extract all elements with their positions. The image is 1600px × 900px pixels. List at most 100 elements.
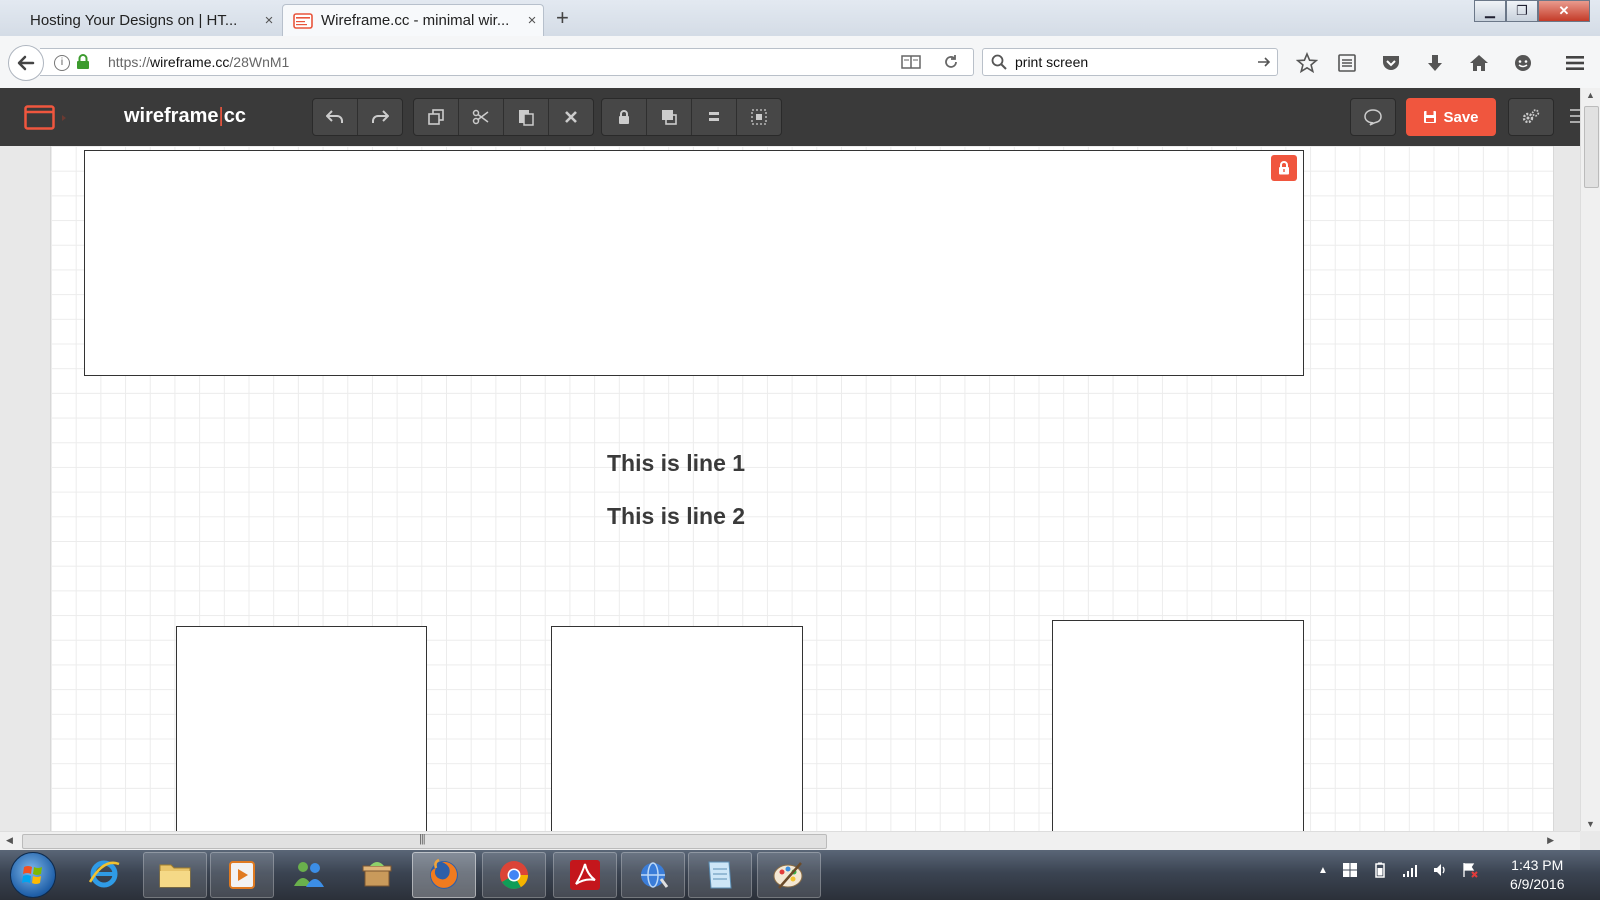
delete-icon: [565, 111, 577, 123]
reload-icon[interactable]: [943, 54, 959, 70]
wireframe-favicon-icon: [293, 12, 313, 29]
scroll-up-arrow-icon[interactable]: ▲: [1586, 90, 1595, 100]
taskbar-notepad[interactable]: [688, 852, 752, 898]
column-box-1[interactable]: [176, 626, 427, 831]
delete-button[interactable]: [549, 99, 593, 135]
home-icon[interactable]: [1468, 52, 1490, 74]
tab-hosting-your-designs[interactable]: Hosting Your Designs on | HT... ×: [8, 4, 280, 36]
system-clock[interactable]: 1:43 PM 6/9/2016: [1510, 856, 1565, 894]
horizontal-scrollbar[interactable]: ◀ ||| ▶: [0, 831, 1580, 850]
vertical-scroll-thumb[interactable]: [1584, 106, 1599, 188]
gears-icon: [1522, 109, 1540, 124]
arrange-group: [601, 98, 782, 136]
scroll-down-arrow-icon[interactable]: ▼: [1586, 819, 1595, 829]
download-icon[interactable]: [1424, 52, 1446, 74]
scroll-left-arrow-icon[interactable]: ◀: [6, 835, 13, 846]
bookmarks-list-icon[interactable]: [1336, 52, 1358, 74]
volume-speaker-icon[interactable]: [1432, 862, 1448, 878]
window-close-button[interactable]: ✕: [1538, 0, 1590, 22]
bring-to-front-button[interactable]: [647, 99, 692, 135]
firefox-icon: [430, 858, 458, 889]
taskbar-chrome[interactable]: [482, 852, 546, 898]
taskbar-adobe-reader[interactable]: [553, 852, 617, 898]
network-signal-icon[interactable]: [1402, 862, 1418, 878]
bookmark-star-icon[interactable]: [1296, 52, 1318, 74]
browser-navigation-bar: i https://wireframe.cc/28WnM1 print scre…: [0, 36, 1600, 89]
app-menu-icon[interactable]: [1568, 106, 1580, 126]
column-box-2[interactable]: [551, 626, 803, 831]
search-icon: [991, 54, 1007, 70]
back-button[interactable]: [8, 45, 44, 81]
taskbar-archive-tool[interactable]: [346, 852, 408, 896]
app-toolbar: wireframe|cc Save: [0, 88, 1580, 146]
column-box-3[interactable]: [1052, 620, 1304, 831]
text-line-1[interactable]: This is line 1: [607, 450, 745, 477]
tab-label: Wireframe.cc - minimal wir...: [321, 12, 510, 29]
reader-view-icon[interactable]: [901, 54, 921, 70]
taskbar-network-tool[interactable]: [621, 852, 685, 898]
notepad-icon: [708, 861, 732, 889]
windows-logo-icon: [22, 866, 42, 884]
lock-icon: [619, 110, 629, 124]
horizontal-scroll-thumb[interactable]: |||: [22, 833, 827, 849]
text-line-2[interactable]: This is line 2: [607, 503, 745, 530]
action-flag-warning-icon[interactable]: [1462, 862, 1478, 878]
group-icon: [751, 109, 767, 125]
show-hidden-icons-icon[interactable]: ▲: [1318, 865, 1328, 876]
duplicate-button[interactable]: [414, 99, 459, 135]
undo-icon: [326, 110, 343, 123]
taskbar-firefox[interactable]: [412, 852, 476, 898]
start-button[interactable]: [10, 852, 56, 898]
tab-close-icon[interactable]: ×: [521, 12, 543, 29]
redo-button[interactable]: [358, 99, 402, 135]
chrome-icon: [500, 861, 528, 889]
locked-badge[interactable]: [1271, 155, 1297, 181]
taskbar-paint[interactable]: [757, 852, 821, 898]
taskbar-media-player[interactable]: [210, 852, 274, 898]
wireframe-canvas[interactable]: This is line 1 This is line 2: [50, 146, 1554, 831]
action-center-flag-icon[interactable]: [1342, 862, 1358, 878]
logo-text: wireframe: [124, 105, 219, 127]
hello-chat-icon[interactable]: [1512, 52, 1534, 74]
scroll-right-arrow-icon[interactable]: ▶: [1547, 835, 1554, 846]
minimize-button[interactable]: ▁: [1474, 0, 1506, 22]
taskbar-internet-explorer[interactable]: [74, 852, 134, 896]
tab-wireframe-cc[interactable]: Wireframe.cc - minimal wir... ×: [282, 4, 544, 36]
address-bar[interactable]: i https://wireframe.cc/28WnM1: [40, 48, 974, 76]
search-input[interactable]: print screen: [1015, 54, 1088, 70]
lock-button[interactable]: [602, 99, 647, 135]
paste-button[interactable]: [504, 99, 549, 135]
search-bar[interactable]: print screen: [982, 48, 1278, 76]
hamburger-menu-icon[interactable]: [1564, 52, 1586, 74]
app-window-menu-icon[interactable]: [24, 105, 72, 131]
folder-icon: [159, 864, 191, 888]
paste-icon: [519, 110, 534, 126]
media-player-icon: [229, 861, 255, 889]
header-placeholder-box[interactable]: [84, 150, 1304, 376]
cut-button[interactable]: [459, 99, 504, 135]
new-tab-button[interactable]: +: [556, 6, 569, 30]
power-battery-icon[interactable]: [1372, 862, 1388, 878]
url-host: wireframe.cc: [150, 54, 230, 70]
lock-icon: [1279, 161, 1289, 175]
search-go-icon[interactable]: [1257, 55, 1271, 69]
pocket-icon[interactable]: [1380, 52, 1402, 74]
taskbar-messenger[interactable]: [278, 852, 340, 896]
windows-taskbar: ▲ 1:43 PM 6/9/2016: [0, 850, 1600, 900]
undo-button[interactable]: [313, 99, 358, 135]
redo-icon: [372, 110, 389, 123]
browser-tab-strip: Hosting Your Designs on | HT... × Wirefr…: [0, 0, 1600, 36]
vertical-scrollbar[interactable]: ▲ ▼: [1580, 88, 1600, 831]
save-button[interactable]: Save: [1406, 98, 1496, 136]
tab-close-icon[interactable]: ×: [258, 12, 280, 29]
taskbar-file-explorer[interactable]: [143, 852, 207, 898]
group-button[interactable]: [737, 99, 781, 135]
wireframe-cc-logo: wireframe|cc: [124, 105, 246, 128]
align-button[interactable]: [692, 99, 737, 135]
comment-button[interactable]: [1350, 98, 1396, 136]
secure-lock-icon[interactable]: [76, 54, 90, 70]
site-info-icon[interactable]: i: [54, 55, 70, 71]
restore-button[interactable]: ❐: [1506, 0, 1538, 22]
url-text[interactable]: https://wireframe.cc/28WnM1: [108, 54, 289, 70]
settings-button[interactable]: [1508, 98, 1554, 136]
